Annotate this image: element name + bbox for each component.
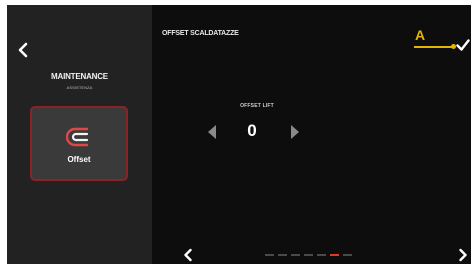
prev-page-button[interactable] (183, 248, 193, 262)
chevron-right-icon (459, 248, 467, 262)
triangle-left-icon (208, 125, 216, 139)
page-dot (291, 254, 300, 256)
next-page-button[interactable] (458, 248, 468, 262)
page-indicator (265, 254, 352, 256)
chevron-left-icon (18, 42, 28, 58)
page-dot-active (330, 254, 339, 256)
confirm-button[interactable] (456, 38, 470, 52)
page-title: OFFSET SCALDATAZZE (162, 30, 239, 37)
page-dot (265, 254, 274, 256)
offset-value: 0 (247, 121, 257, 140)
page-dot (304, 254, 313, 256)
page-dot (278, 254, 287, 256)
back-button[interactable] (13, 39, 33, 61)
increment-button[interactable] (290, 124, 300, 140)
annotation-marker: A (415, 27, 426, 43)
annotation-line (414, 46, 454, 48)
checkmark-icon (456, 39, 470, 51)
page-dot (343, 254, 352, 256)
decrement-button[interactable] (207, 124, 217, 140)
triangle-right-icon (291, 125, 299, 139)
machine-screen: MAINTENANCE ASSISTENZA Offset OFFSET SCA… (7, 5, 471, 264)
offset-icon (66, 127, 89, 147)
sidebar-title: MAINTENANCE (51, 72, 108, 81)
chevron-left-icon (184, 248, 192, 262)
page-dot (317, 254, 326, 256)
offset-tile-label: Offset (67, 155, 91, 164)
sidebar-subtitle: ASSISTENZA (66, 85, 93, 90)
offset-tile[interactable]: Offset (30, 106, 128, 181)
sidebar: MAINTENANCE ASSISTENZA Offset (7, 5, 152, 264)
offset-lift-label: OFFSET LIFT (240, 103, 274, 109)
